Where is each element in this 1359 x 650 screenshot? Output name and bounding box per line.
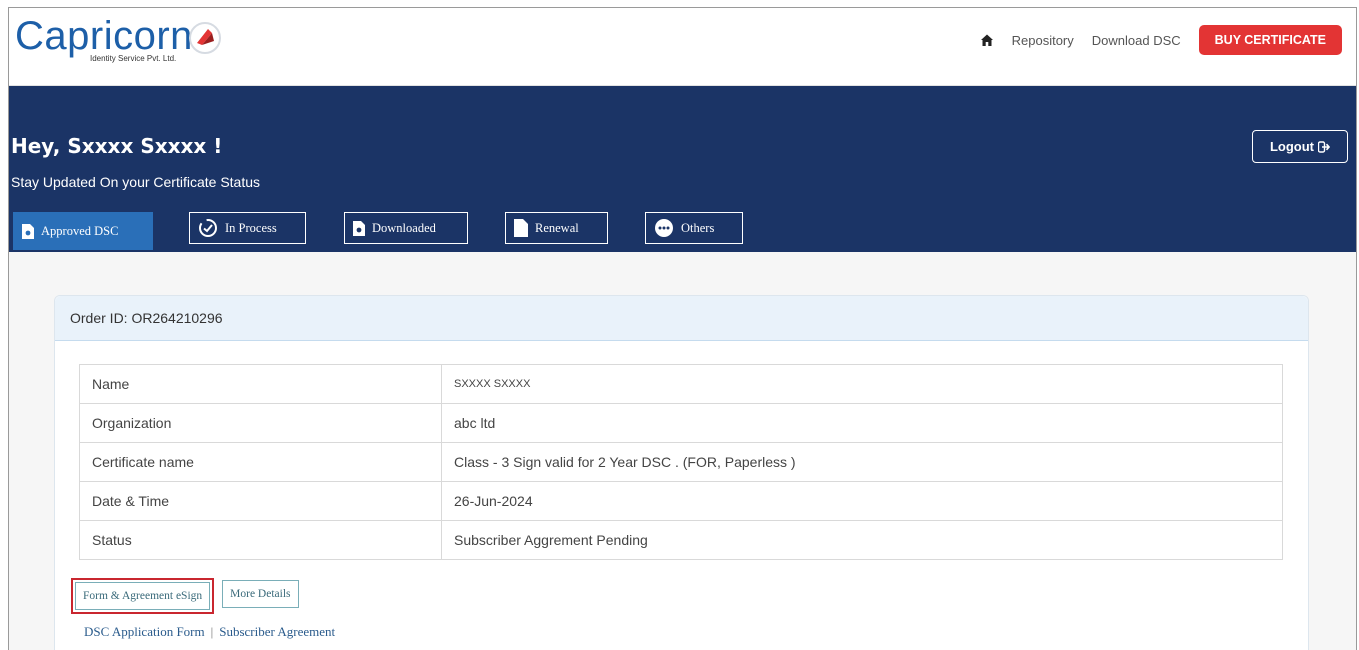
greeting-subtext: Stay Updated On your Certificate Status (11, 174, 261, 190)
brand-mark-icon (189, 22, 221, 54)
order-card: Order ID: OR264210296 Name SXXXX SXXXX O… (54, 295, 1309, 650)
esign-highlight: Form & Agreement eSign (71, 578, 215, 614)
repository-link[interactable]: Repository (1012, 33, 1074, 48)
tab-label: Approved DSC (41, 223, 119, 238)
row-value: SXXXX SXXXX (441, 364, 1283, 404)
subscriber-agreement-link[interactable]: Subscriber Agreement (219, 624, 335, 639)
tab-label: In Process (225, 220, 277, 235)
brand-name: Capricorn (15, 14, 193, 58)
brand-logo[interactable]: Capricorn Identity Service Pvt. Ltd. (15, 14, 275, 70)
order-details-table: Name SXXXX SXXXX Organization abc ltd Ce… (79, 364, 1283, 560)
logout-button[interactable]: Logout (1252, 130, 1348, 163)
brand-tagline: Identity Service Pvt. Ltd. (90, 54, 177, 63)
progress-clock-icon (199, 219, 217, 237)
order-id: Order ID: OR264210296 (70, 310, 223, 326)
row-value: abc ltd (441, 403, 1283, 443)
download-dsc-link[interactable]: Download DSC (1092, 33, 1181, 48)
row-label: Name (79, 364, 442, 404)
row-value: Class - 3 Sign valid for 2 Year DSC . (F… (441, 442, 1283, 482)
tab-in-process[interactable]: In Process (189, 212, 306, 244)
row-label: Date & Time (79, 481, 442, 521)
tab-label: Renewal (535, 220, 579, 235)
file-gear-icon (353, 220, 365, 236)
row-label: Certificate name (79, 442, 442, 482)
table-row: Organization abc ltd (79, 403, 1283, 443)
buy-certificate-button[interactable]: BUY CERTIFICATE (1198, 25, 1342, 55)
tab-downloaded[interactable]: Downloaded (344, 212, 468, 244)
row-value: 26-Jun-2024 (441, 481, 1283, 521)
dashboard-banner: Hey, Sxxxx Sxxxx ! Stay Updated On your … (9, 86, 1356, 252)
form-agreement-esign-button[interactable]: Form & Agreement eSign (75, 582, 211, 610)
content-area: Order ID: OR264210296 Name SXXXX SXXXX O… (9, 252, 1356, 650)
table-row: Status Subscriber Aggrement Pending (79, 520, 1283, 560)
link-separator: | (210, 624, 214, 639)
file-gear-icon (22, 223, 34, 239)
page-frame: Capricorn Identity Service Pvt. Ltd. Rep… (8, 7, 1357, 650)
logout-label: Logout (1269, 139, 1315, 154)
tab-label: Others (681, 220, 715, 235)
file-icon (514, 219, 528, 237)
order-id-header: Order ID: OR264210296 (55, 296, 1308, 341)
tab-approved-dsc[interactable]: Approved DSC (13, 212, 153, 250)
action-buttons: Form & Agreement eSign More Details (71, 578, 299, 614)
top-navbar: Capricorn Identity Service Pvt. Ltd. Rep… (9, 8, 1356, 86)
sign-out-icon (1318, 140, 1331, 153)
row-label: Status (79, 520, 442, 560)
home-icon[interactable] (980, 33, 994, 47)
table-row: Date & Time 26-Jun-2024 (79, 481, 1283, 521)
document-links: DSC Application Form | Subscriber Agreemen… (84, 624, 335, 640)
table-row: Certificate name Class - 3 Sign valid fo… (79, 442, 1283, 482)
tab-renewal[interactable]: Renewal (505, 212, 608, 244)
nav-links: Repository Download DSC BUY CERTIFICATE (980, 24, 1342, 56)
table-row: Name SXXXX SXXXX (79, 364, 1283, 404)
ellipsis-circle-icon (655, 219, 673, 237)
tab-others[interactable]: Others (645, 212, 743, 244)
row-label: Organization (79, 403, 442, 443)
greeting-heading: Hey, Sxxxx Sxxxx ! (11, 134, 223, 158)
status-value: Subscriber Aggrement Pending (441, 520, 1283, 560)
tab-label: Downloaded (372, 220, 436, 235)
more-details-button[interactable]: More Details (222, 580, 299, 608)
dsc-application-form-link[interactable]: DSC Application Form (84, 624, 205, 639)
